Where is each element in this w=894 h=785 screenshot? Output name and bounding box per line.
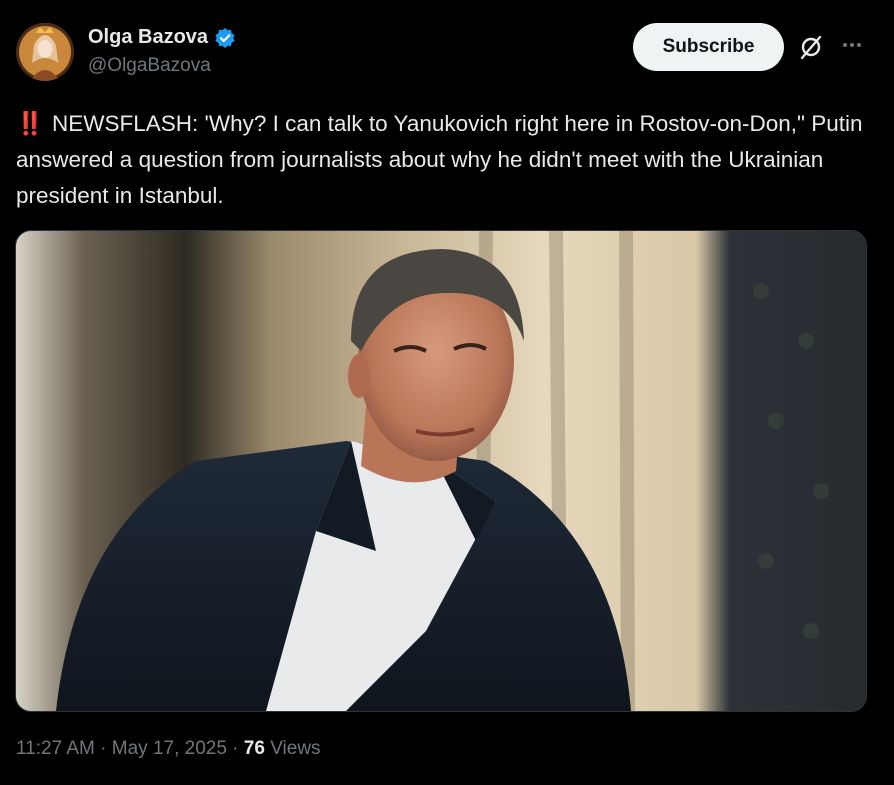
author-info: Olga Bazova @OlgaBazova — [88, 26, 236, 77]
tweet-time[interactable]: 11:27 AM — [16, 738, 95, 759]
author-handle[interactable]: @OlgaBazova — [88, 55, 236, 77]
grok-icon[interactable] — [797, 33, 825, 61]
subscribe-button[interactable]: Subscribe — [633, 23, 784, 71]
tweet-photo[interactable] — [15, 230, 867, 712]
double-exclamation-emoji: ‼️ — [16, 111, 45, 136]
tweet-body: NEWSFLASH: 'Why? I can talk to Yanukovic… — [16, 111, 863, 208]
verified-badge-icon[interactable] — [214, 27, 236, 49]
views-count: 76 — [243, 738, 265, 759]
more-icon[interactable] — [838, 33, 866, 61]
author-avatar[interactable] — [16, 23, 74, 81]
tweet-meta: 11:27 AM · May 17, 2025 · 76 Views — [16, 738, 321, 760]
tweet-text: ‼️ NEWSFLASH: 'Why? I can talk to Yanukov… — [16, 106, 872, 214]
meta-separator: · — [226, 738, 244, 759]
meta-separator: · — [94, 738, 112, 759]
tweet-date[interactable]: May 17, 2025 — [112, 738, 227, 759]
views-label: Views — [270, 738, 321, 759]
author-display-name[interactable]: Olga Bazova — [88, 26, 208, 49]
